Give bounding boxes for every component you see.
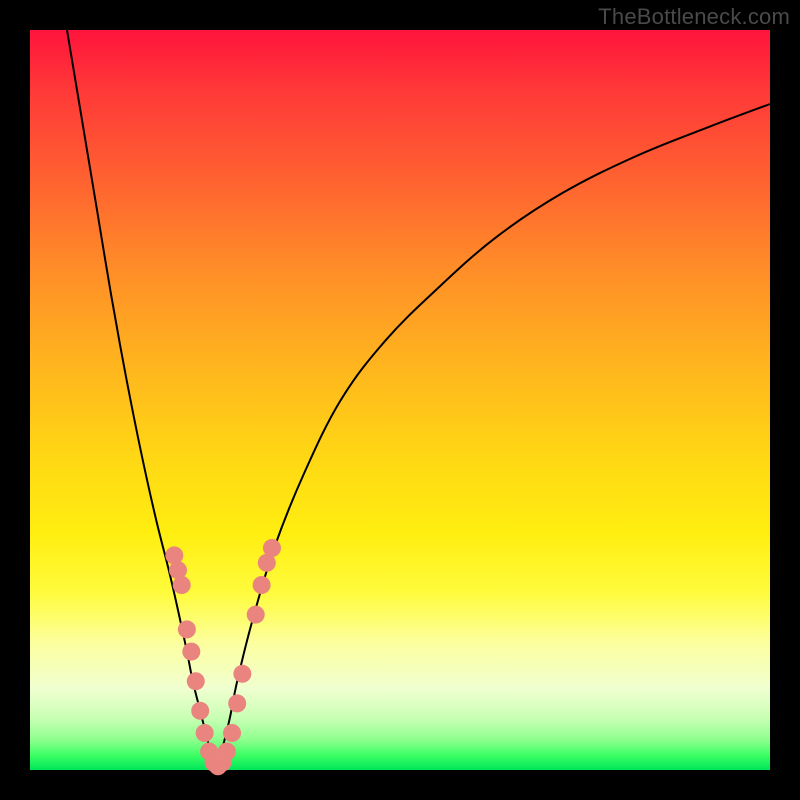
watermark-label: TheBottleneck.com bbox=[598, 4, 790, 30]
marker-dot bbox=[247, 606, 265, 624]
marker-dot bbox=[218, 743, 236, 761]
plot-area bbox=[30, 30, 770, 770]
marker-dot bbox=[253, 576, 271, 594]
marker-dot bbox=[228, 694, 246, 712]
marker-dot bbox=[191, 702, 209, 720]
marker-dot bbox=[178, 620, 196, 638]
marker-dot bbox=[182, 643, 200, 661]
marker-dot bbox=[187, 672, 205, 690]
chart-svg bbox=[30, 30, 770, 770]
marker-group bbox=[165, 539, 281, 775]
marker-dot bbox=[173, 576, 191, 594]
chart-frame: TheBottleneck.com bbox=[0, 0, 800, 800]
marker-dot bbox=[223, 724, 241, 742]
marker-dot bbox=[196, 724, 214, 742]
right-branch-curve bbox=[215, 104, 770, 770]
marker-dot bbox=[233, 665, 251, 683]
marker-dot bbox=[263, 539, 281, 557]
